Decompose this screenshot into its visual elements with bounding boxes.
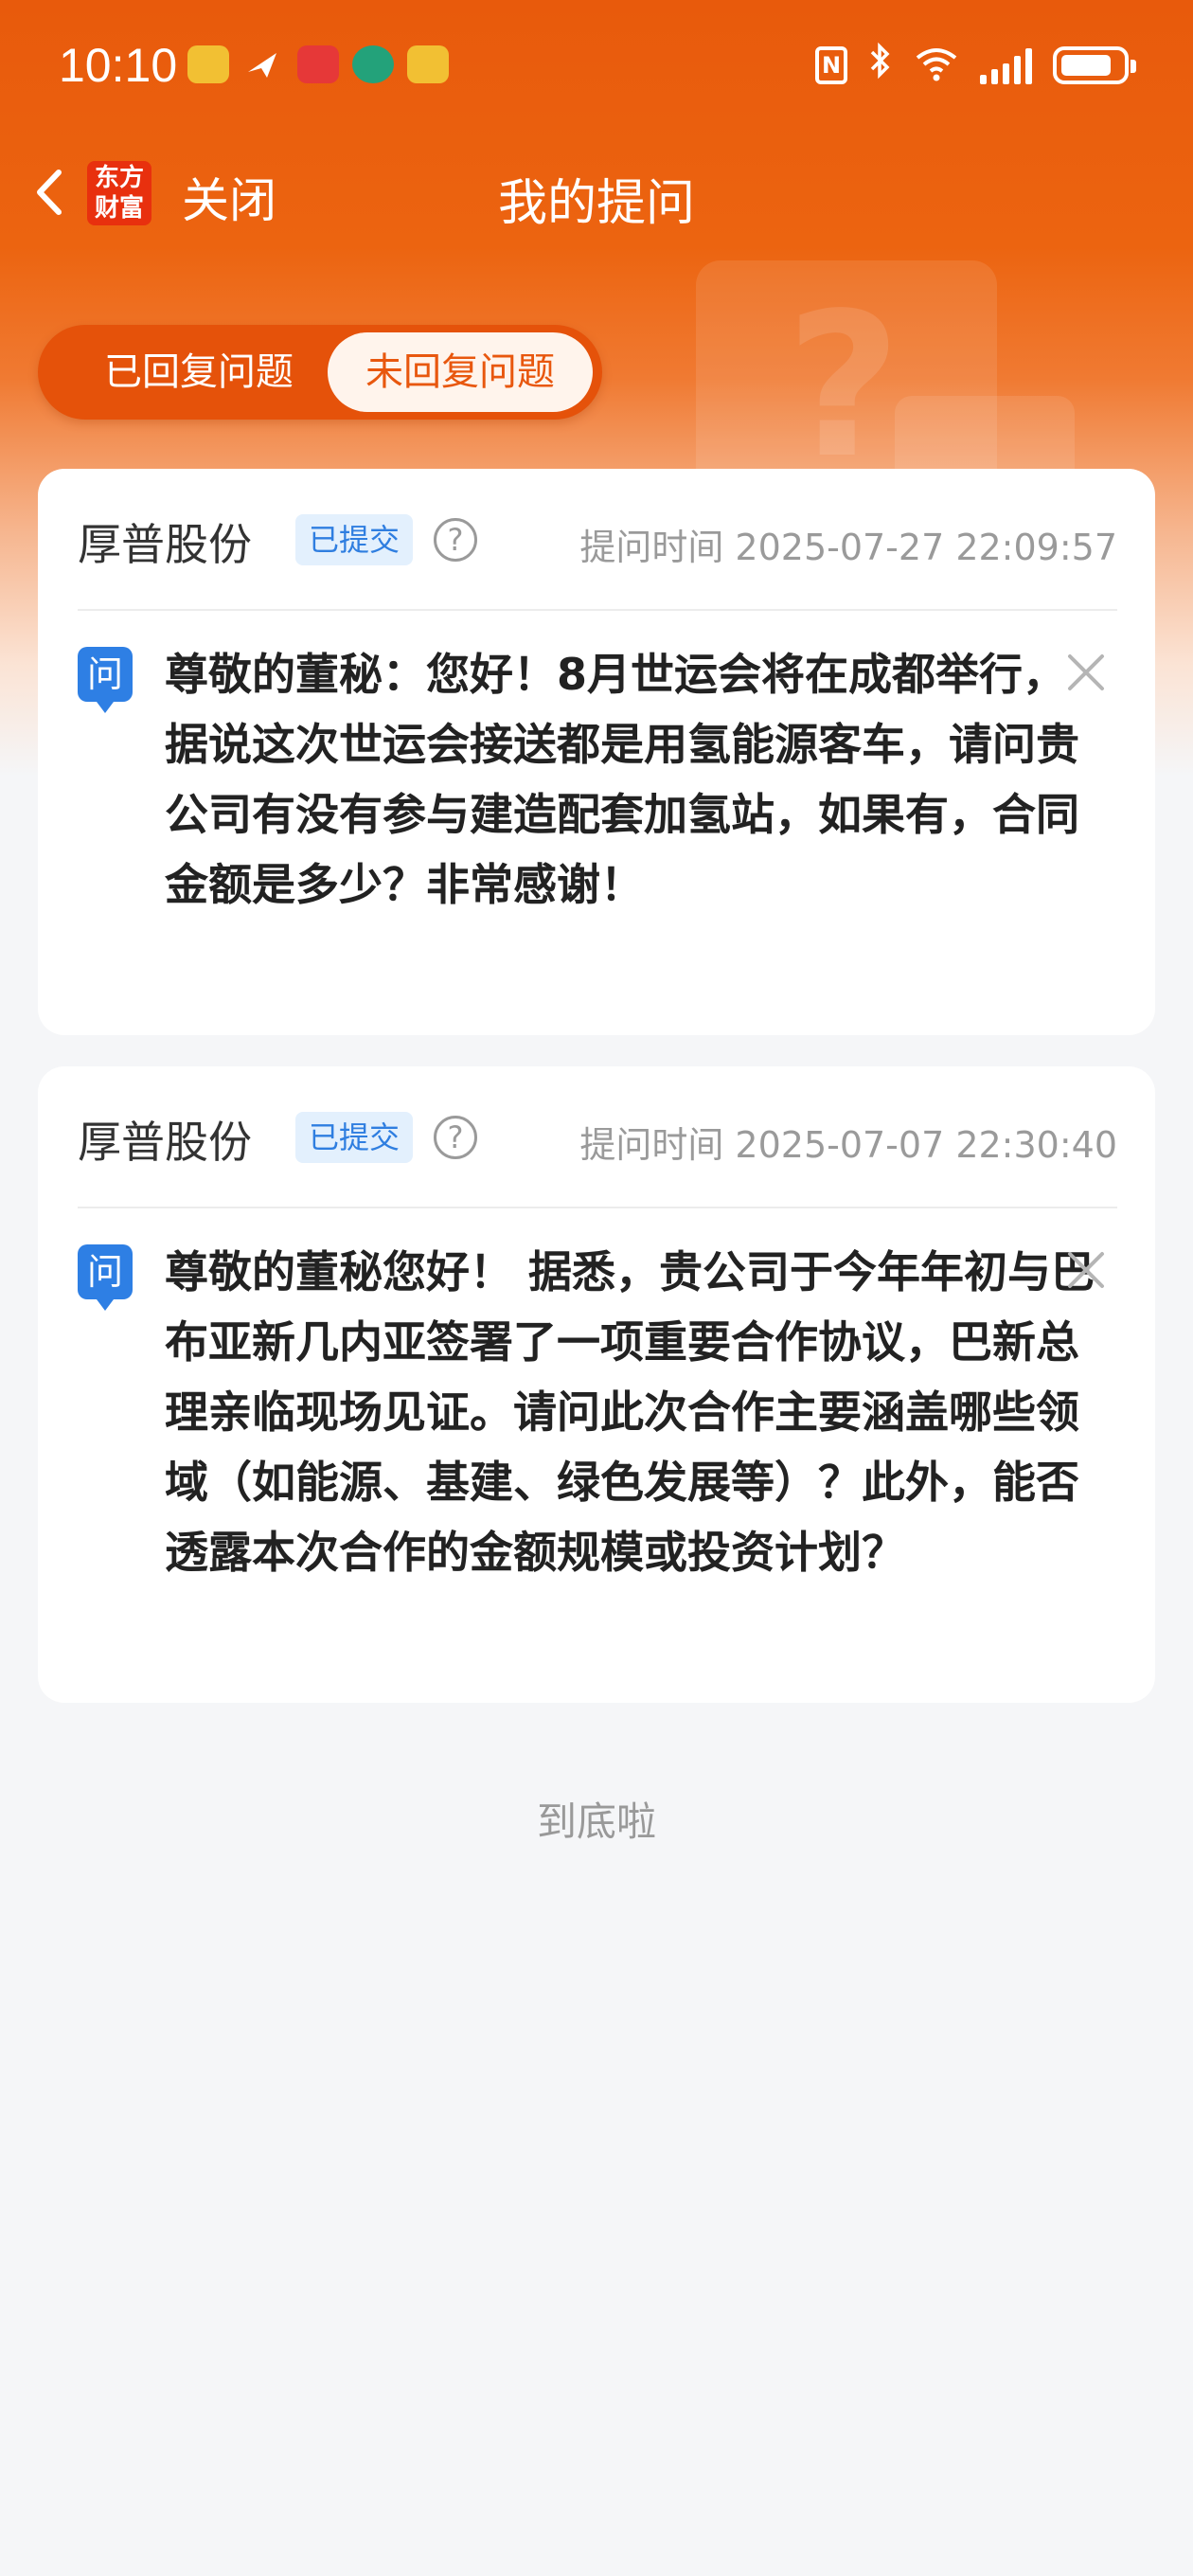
status-badge: 已提交 bbox=[295, 514, 414, 565]
page-title: 我的提问 bbox=[497, 175, 695, 232]
tab-unreplied[interactable]: 未回复问题 bbox=[328, 332, 593, 412]
weibo-notification-icon-2 bbox=[407, 45, 449, 83]
status-bar: 10:10 N bbox=[0, 0, 1193, 133]
bank-notification-icon bbox=[352, 45, 394, 83]
help-icon[interactable]: ? bbox=[434, 518, 477, 562]
question-tabs: 已回复问题 未回复问题 bbox=[38, 325, 602, 420]
status-badge: 已提交 bbox=[295, 1112, 414, 1163]
paper-plane-notification-icon bbox=[242, 45, 284, 83]
tab-replied[interactable]: 已回复问题 bbox=[47, 332, 350, 412]
red-app-notification-icon bbox=[297, 45, 339, 83]
company-name[interactable]: 厚普股份 bbox=[78, 510, 252, 573]
delete-question-button[interactable] bbox=[1064, 1248, 1108, 1292]
system-icons: N bbox=[815, 42, 1136, 89]
close-icon bbox=[1068, 654, 1104, 690]
question-icon: 问 bbox=[78, 647, 133, 713]
question-time: 提问时间 2025-07-27 22:09:57 bbox=[579, 527, 1117, 568]
question-text: 尊敬的董秘：您好！8月世运会将在成都举行，据说这次世运会接送都是用氢能源客车，请… bbox=[165, 649, 1079, 910]
delete-question-button[interactable] bbox=[1064, 651, 1108, 694]
question-time: 提问时间 2025-07-07 22:30:40 bbox=[579, 1124, 1117, 1166]
status-time: 10:10 bbox=[59, 39, 178, 92]
question-card: 厚普股份 已提交 ? 提问时间 2025-07-27 22:09:57 问 尊敬… bbox=[38, 469, 1155, 1035]
decorative-question-icon: ? bbox=[786, 270, 901, 502]
company-name[interactable]: 厚普股份 bbox=[78, 1108, 252, 1171]
weibo-notification-icon bbox=[187, 45, 229, 83]
end-of-list-text: 到底啦 bbox=[536, 1798, 656, 1845]
nav-bar: 东方财富 关闭 我的提问 bbox=[0, 142, 1193, 246]
help-icon[interactable]: ? bbox=[434, 1116, 477, 1159]
battery-icon bbox=[1053, 46, 1136, 84]
divider bbox=[78, 1207, 1117, 1208]
question-icon: 问 bbox=[78, 1244, 133, 1311]
question-text: 尊敬的董秘您好！ 据悉，贵公司于今年年初与巴布亚新几内亚签署了一项重要合作协议，… bbox=[165, 1246, 1095, 1578]
question-card: 厚普股份 已提交 ? 提问时间 2025-07-07 22:30:40 问 尊敬… bbox=[38, 1066, 1155, 1703]
bluetooth-icon bbox=[868, 42, 893, 89]
wifi-icon bbox=[914, 45, 959, 86]
divider bbox=[78, 609, 1117, 611]
close-icon bbox=[1068, 1252, 1104, 1288]
cellular-signal-icon bbox=[980, 46, 1032, 84]
nfc-icon: N bbox=[815, 46, 847, 84]
